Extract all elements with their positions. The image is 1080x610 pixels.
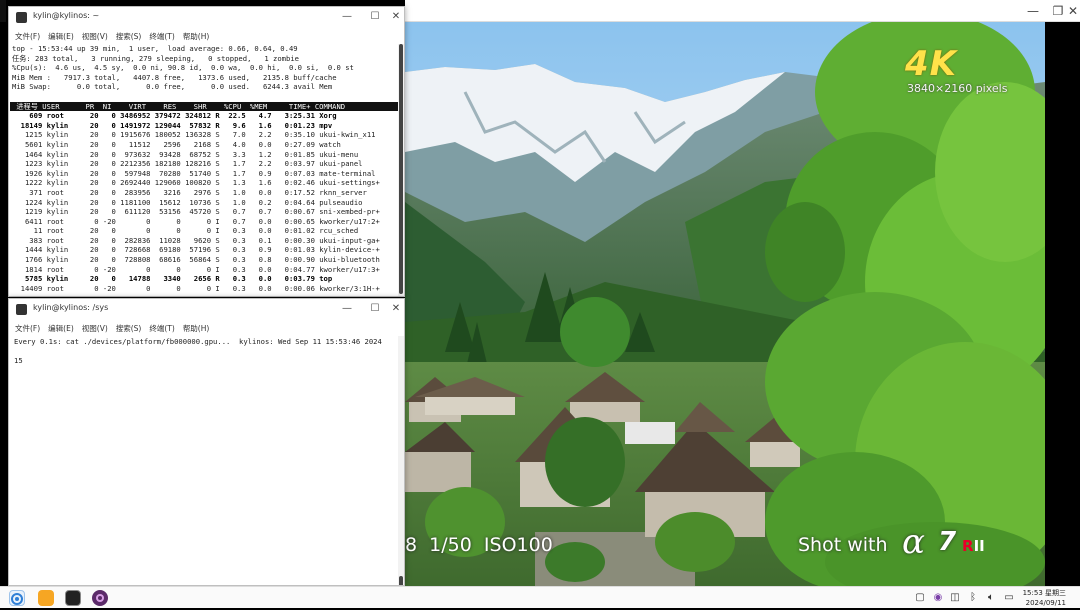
mpv-icon[interactable] [92,590,108,606]
video-resolution-label: 3840×2160 pixels [907,82,1008,95]
scrollbar-thumb[interactable] [399,576,403,585]
close-icon[interactable]: ✕ [389,302,403,316]
minimize-icon[interactable]: — [340,10,354,24]
menu-terminal[interactable]: 终端(T) [147,320,180,335]
camera-model-logo: 7 [938,527,957,557]
top-summary-line: MiB Swap: 0.0 total, 0.0 free, 0.0 used.… [12,82,333,92]
window-title: kylin@kylinos: ~ [33,11,100,20]
process-row: 1464 kylin 20 0 973632 93428 68752 S 3.3… [12,149,359,159]
terminal-output[interactable]: Every 0.1s: cat ./devices/platform/fb000… [10,336,398,585]
terminal-window-top[interactable]: kylin@kylinos: ~ — ☐ ✕ 文件(F) 编辑(E) 视图(V)… [8,6,405,297]
top-summary-line: 任务: 283 total, 3 running, 279 sleeping, … [12,53,299,63]
taskbar: ▢ ◉ ◫ ᛒ 🔈︎ ▭ 15:53 星期三 2024/09/11 [0,586,1080,608]
scrollbar-thumb[interactable] [399,44,403,294]
terminal-icon [16,304,27,315]
process-row: 609 root 20 0 3486952 379472 324812 R 22… [12,111,337,121]
top-summary-line: top - 15:53:44 up 39 min, 1 user, load a… [12,44,298,53]
close-icon[interactable]: ✕ [1065,3,1080,19]
video-exif-label: 8 1/50 ISO100 [405,534,553,556]
terminal-icon[interactable] [65,590,81,606]
process-row: 1814 root 0 -20 0 0 0 I 0.3 0.0 0:04.77 … [12,264,380,274]
menu-bar: 文件(F) 编辑(E) 视图(V) 搜索(S) 终端(T) 帮助(H) [9,320,404,335]
menu-help[interactable]: 帮助(H) [181,320,216,335]
camera-alpha-logo: α [902,522,925,562]
landscape-scene [405,22,1045,586]
terminal-window-sys[interactable]: kylin@kylinos: /sys — ☐ ✕ 文件(F) 编辑(E) 视图… [8,298,405,586]
system-clock[interactable]: 15:53 星期三 2024/09/11 [1023,588,1066,608]
terminal-titlebar[interactable]: kylin@kylinos: /sys — ☐ ✕ [9,299,404,320]
network-icon[interactable]: ◫ [949,592,961,604]
process-row: 371 root 20 0 283956 3216 2976 S 1.0 0.0… [12,187,367,197]
bluetooth-icon[interactable]: ᛒ [967,592,979,604]
process-row: 5785 kylin 20 0 14788 3340 2656 R 0.3 0.… [12,274,333,284]
video-frame: 4K 3840×2160 pixels 8 1/50 ISO100 Shot w… [405,22,1045,586]
process-row: 18149 kylin 20 0 1491972 129044 57832 R … [12,120,333,130]
window-title: kylin@kylinos: /sys [33,303,109,312]
process-row: 1224 kylin 20 0 1181100 15612 10736 S 1.… [12,197,363,207]
process-row: 5601 kylin 20 0 11512 2596 2168 S 4.0 0.… [12,139,341,149]
video-letterbox [1045,22,1080,586]
watch-header: Every 0.1s: cat ./devices/platform/fb000… [14,337,382,346]
menu-edit[interactable]: 编辑(E) [46,28,80,43]
scrollbar[interactable] [398,336,404,585]
watch-output: 15 [14,356,23,366]
process-row: 1219 kylin 20 0 611120 53156 45720 S 0.7… [12,207,380,217]
minimize-icon[interactable]: — [1025,3,1041,19]
process-row: 1766 kylin 20 0 728808 68616 56864 S 0.3… [12,255,380,265]
menu-help[interactable]: 帮助(H) [181,28,216,43]
video-4k-badge: 4K [905,44,958,84]
clock-time: 15:53 星期三 [1022,589,1066,597]
terminal-output[interactable]: top - 15:53:44 up 39 min, 1 user, load a… [10,44,398,296]
process-row: 383 root 20 0 282836 11028 9620 S 0.3 0.… [12,235,380,245]
terminal-icon [16,12,27,23]
clipboard-icon[interactable]: ▢ [914,592,926,604]
menu-view[interactable]: 视图(V) [80,320,114,335]
process-row: 1444 kylin 20 0 728668 69180 57196 S 0.3… [12,245,380,255]
close-icon[interactable]: ✕ [389,10,403,24]
top-summary-line: MiB Mem : 7917.3 total, 4407.8 free, 137… [12,72,337,82]
process-row: 14409 root 0 -20 0 0 0 I 0.3 0.0 0:00.06… [12,283,380,293]
menu-file[interactable]: 文件(F) [13,320,46,335]
camera-r-logo: RII [962,537,985,555]
start-menu-icon[interactable] [9,590,25,606]
video-shot-with-label: Shot with [798,534,888,556]
volume-icon[interactable]: 🔈︎ [985,592,997,604]
process-row: 11 root 20 0 0 0 0 I 0.3 0.0 0:01.02 rcu… [12,226,359,236]
menu-view[interactable]: 视图(V) [80,28,114,43]
menu-file[interactable]: 文件(F) [13,28,46,43]
top-summary-line: %Cpu(s): 4.6 us, 4.5 sy, 0.0 ni, 90.8 id… [12,63,354,73]
camera-r-letter: R [962,537,974,555]
process-row: 1223 kylin 20 0 2212356 182180 128216 S … [12,159,363,169]
menu-search[interactable]: 搜索(S) [114,28,148,43]
scrollbar[interactable] [398,44,404,296]
restore-icon[interactable]: ❐ [1050,3,1066,19]
input-method-icon[interactable]: ◉ [932,592,944,604]
file-manager-icon[interactable] [38,590,54,606]
camera-ii-letters: II [973,537,985,555]
process-row: 1926 kylin 20 0 597948 70280 51740 S 1.7… [12,168,376,178]
terminal-titlebar[interactable]: kylin@kylinos: ~ — ☐ ✕ [9,7,404,28]
process-row: 1215 kylin 20 0 1915676 180052 136328 S … [12,130,376,140]
desktop-edge [0,0,6,22]
process-row: 1222 kylin 20 0 2692440 129060 100820 S … [12,178,380,188]
process-row: 6411 root 0 -20 0 0 0 I 0.7 0.0 0:00.65 … [12,216,380,226]
menu-search[interactable]: 搜索(S) [114,320,148,335]
maximize-icon[interactable]: ☐ [368,10,382,24]
minimize-icon[interactable]: — [340,302,354,316]
process-table: 609 root 20 0 3486952 379472 324812 R 22… [10,111,398,293]
menu-bar: 文件(F) 编辑(E) 视图(V) 搜索(S) 终端(T) 帮助(H) [9,28,404,43]
clock-date: 2024/09/11 [1025,599,1066,607]
process-table-header: 进程号 USER PR NI VIRT RES SHR %CPU %MEM TI… [10,101,398,112]
maximize-icon[interactable]: ☐ [368,302,382,316]
menu-edit[interactable]: 编辑(E) [46,320,80,335]
notification-icon[interactable]: ▭ [1003,592,1015,604]
menu-terminal[interactable]: 终端(T) [147,28,180,43]
video-window-titlebar[interactable]: — ❐ ✕ [405,0,1080,22]
